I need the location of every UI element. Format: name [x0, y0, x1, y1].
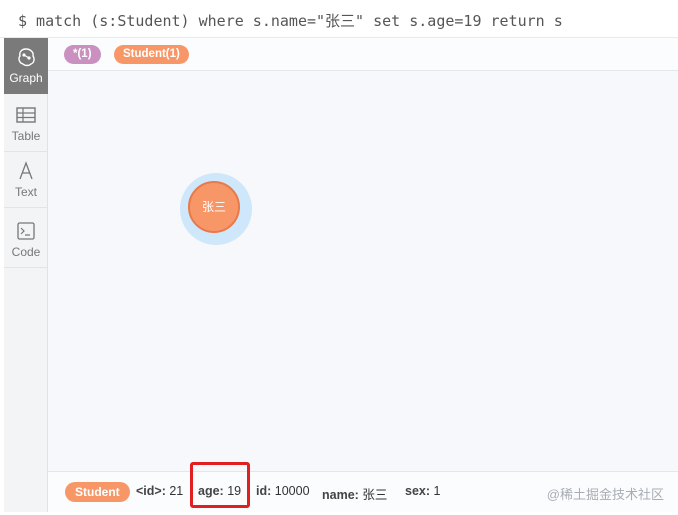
- query-text[interactable]: $ match (s:Student) where s.name="张三" se…: [18, 10, 563, 31]
- sidebar-item-code[interactable]: Code: [4, 212, 48, 268]
- node-label-badge[interactable]: Student: [65, 482, 130, 502]
- prop-value: 1: [433, 484, 441, 498]
- graph-canvas[interactable]: 张三: [48, 71, 678, 472]
- prop-id: <id>: 21: [136, 484, 183, 498]
- prop-value: 张三: [362, 488, 388, 502]
- text-icon: [19, 161, 33, 180]
- prop-key: name:: [322, 488, 359, 502]
- prop-value: 21: [169, 484, 184, 498]
- tag-student[interactable]: Student(1): [114, 45, 189, 64]
- prop-value: 10000: [274, 484, 310, 498]
- graph-icon: [18, 48, 35, 67]
- result-frame: Graph Table Text Code *(1) Student(1) 张三…: [4, 38, 678, 512]
- code-icon: [17, 222, 35, 240]
- sidebar-item-graph[interactable]: Graph: [4, 38, 48, 94]
- watermark: @稀土掘金技术社区: [546, 487, 664, 502]
- prop-name: name: 张三: [322, 484, 387, 503]
- sidebar-item-table[interactable]: Table: [4, 96, 48, 152]
- sidebar-item-label: Code: [11, 245, 41, 259]
- query-bar[interactable]: $ match (s:Student) where s.name="张三" se…: [0, 0, 678, 38]
- prop-id-field: id: 10000: [256, 484, 310, 498]
- sidebar-item-label: Table: [11, 129, 41, 143]
- prop-key: sex:: [405, 484, 431, 498]
- table-icon: [16, 107, 36, 123]
- graph-node[interactable]: 张三: [188, 181, 240, 233]
- prop-key: <id>:: [136, 484, 166, 498]
- sidebar-item-text[interactable]: Text: [4, 152, 48, 208]
- sidebar-item-label: Text: [14, 185, 37, 199]
- sidebar-item-label: Graph: [9, 71, 43, 85]
- prop-sex: sex: 1: [405, 484, 440, 498]
- annotation-highlight-box: [190, 462, 250, 508]
- tag-all-nodes[interactable]: *(1): [64, 45, 101, 64]
- prop-key: id:: [256, 484, 272, 498]
- view-sidebar: Graph Table Text Code: [4, 38, 48, 512]
- label-tag-bar: *(1) Student(1): [48, 38, 678, 71]
